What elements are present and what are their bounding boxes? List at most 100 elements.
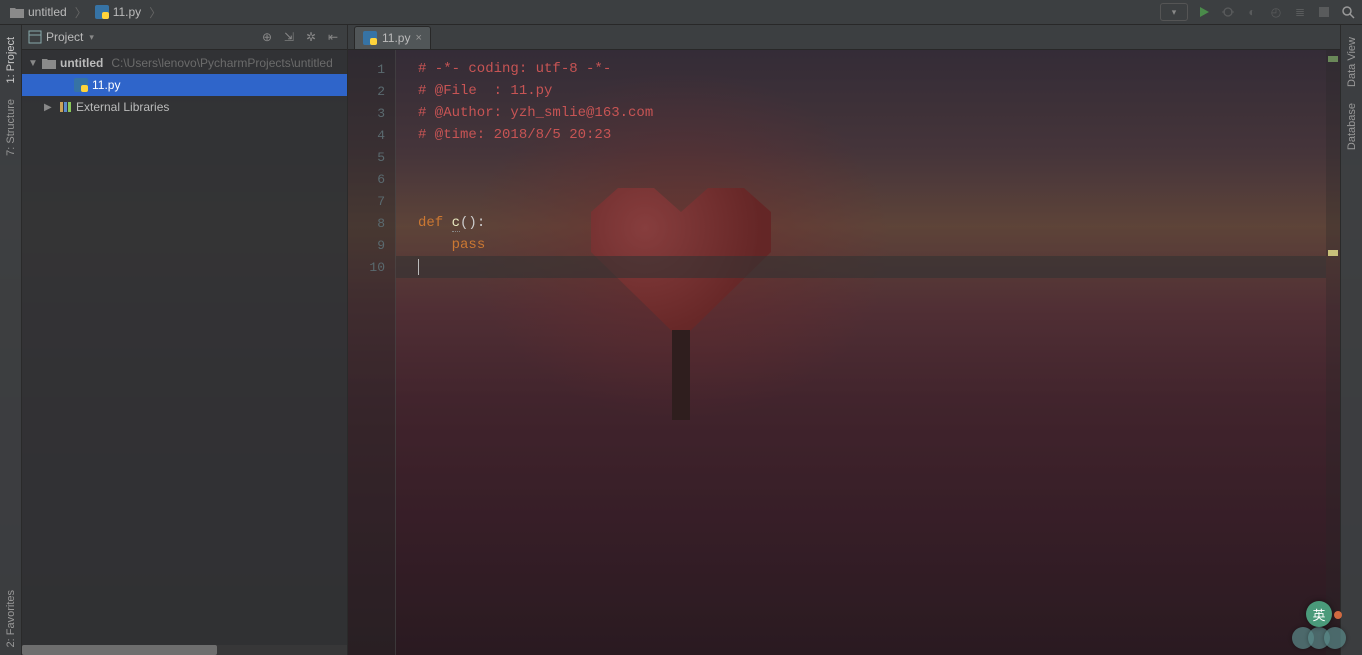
line-number[interactable]: 5: [348, 146, 395, 168]
function-name-token: c: [452, 215, 460, 232]
tab-favorites[interactable]: 2: Favorites: [3, 582, 19, 655]
tab-favorites-label: 2: Favorites: [5, 590, 17, 647]
line-number[interactable]: 8: [348, 212, 395, 234]
python-file-icon: [363, 31, 377, 45]
indent: [418, 237, 452, 253]
line-number[interactable]: 3: [348, 102, 395, 124]
code-line[interactable]: [396, 168, 1326, 190]
collapse-all-icon[interactable]: ⇲: [281, 29, 297, 45]
comment-token: # -*- coding: utf-8 -*-: [418, 61, 611, 77]
editor-tab-label: 11.py: [382, 31, 410, 45]
keyword-token: pass: [452, 237, 486, 253]
line-number[interactable]: 1: [348, 58, 395, 80]
code-line[interactable]: # -*- coding: utf-8 -*-: [396, 58, 1326, 80]
left-tool-strip: 1: Project 7: Structure 2: Favorites: [0, 25, 22, 655]
chevron-down-icon: ▾: [1172, 7, 1177, 18]
tab-database-label: Database: [1346, 103, 1358, 150]
code-line[interactable]: pass: [396, 234, 1326, 256]
line-number[interactable]: 4: [348, 124, 395, 146]
project-tree-file-label: 11.py: [92, 78, 120, 92]
project-panel-title-label: Project: [46, 30, 83, 44]
code-line[interactable]: # @File : 11.py: [396, 80, 1326, 102]
close-tab-icon[interactable]: ×: [415, 32, 421, 44]
tab-data-view-label: Data View: [1346, 37, 1358, 87]
tab-project-label: 1: Project: [5, 37, 17, 83]
comment-token: # @Author: yzh_smlie@163.com: [418, 105, 653, 121]
chevron-down-icon: ▾: [89, 32, 94, 43]
search-everywhere-button[interactable]: [1340, 4, 1356, 20]
code-line[interactable]: def c():: [396, 212, 1326, 234]
project-root-name: untitled: [60, 56, 103, 70]
editor-marker-strip[interactable]: [1326, 50, 1340, 655]
breadcrumb: untitled 〉 11.py 〉: [6, 3, 163, 21]
hide-panel-icon[interactable]: ⇤: [325, 29, 341, 45]
ime-indicator-label: 英: [1312, 605, 1325, 624]
navigation-bar: untitled 〉 11.py 〉 ▾ ◐ ◴ ≣: [0, 0, 1362, 25]
code-line[interactable]: [396, 256, 1326, 278]
scrollbar-thumb[interactable]: [22, 645, 217, 655]
punct-token: ():: [460, 215, 485, 231]
project-panel-header: Project ▾ ⊕ ⇲ ✲ ⇤: [22, 25, 347, 50]
run-with-coverage-button[interactable]: ◐: [1244, 4, 1260, 20]
project-tree-horizontal-scrollbar[interactable]: [22, 645, 347, 655]
code-line[interactable]: # @Author: yzh_smlie@163.com: [396, 102, 1326, 124]
editor-gutter[interactable]: 12345678910: [348, 50, 396, 655]
project-tree-external-libraries[interactable]: ▶ External Libraries: [22, 96, 347, 118]
editor-body: 12345678910 # -*- coding: utf-8 -*- # @Fi…: [348, 50, 1340, 655]
right-tool-strip: Data View Database: [1340, 25, 1362, 655]
python-file-icon: [95, 5, 109, 19]
tab-data-view[interactable]: Data View: [1344, 29, 1360, 95]
project-tree[interactable]: ▼ untitled C:\Users\lenovo\PycharmProjec…: [22, 50, 347, 655]
code-line[interactable]: [396, 146, 1326, 168]
ime-notification-dot: [1334, 611, 1342, 619]
code-line[interactable]: [396, 190, 1326, 212]
editor-tab[interactable]: 11.py ×: [354, 26, 431, 49]
line-number[interactable]: 9: [348, 234, 395, 256]
comment-token: # @File : 11.py: [418, 83, 552, 99]
run-configurations-dropdown[interactable]: ▾: [1160, 3, 1188, 21]
stop-button[interactable]: [1316, 4, 1332, 20]
project-tree-root[interactable]: ▼ untitled C:\Users\lenovo\PycharmProjec…: [22, 52, 347, 74]
code-line[interactable]: # @time: 2018/8/5 20:23: [396, 124, 1326, 146]
breadcrumb-file[interactable]: 11.py: [91, 3, 145, 21]
text-caret: [418, 259, 419, 275]
folder-icon: [42, 58, 56, 69]
line-number[interactable]: 6: [348, 168, 395, 190]
profile-button[interactable]: ◴: [1268, 4, 1284, 20]
tab-database[interactable]: Database: [1344, 95, 1360, 158]
chevron-right-icon: 〉: [149, 4, 161, 21]
run-toolbar: ▾ ◐ ◴ ≣: [1160, 3, 1356, 21]
line-number[interactable]: 2: [348, 80, 395, 102]
external-libraries-label: External Libraries: [76, 100, 169, 114]
editor-area: 11.py × 12345678910 # -*- coding: utf-8 …: [348, 25, 1340, 655]
line-number[interactable]: 7: [348, 190, 395, 212]
tab-structure[interactable]: 7: Structure: [3, 91, 19, 164]
python-file-icon: [74, 78, 88, 92]
breadcrumb-project[interactable]: untitled: [6, 3, 71, 21]
editor-tabbar: 11.py ×: [348, 25, 1340, 50]
warning-marker[interactable]: [1328, 250, 1338, 256]
project-tool-window: Project ▾ ⊕ ⇲ ✲ ⇤ ▼ untitled C:\Users\le…: [22, 25, 348, 655]
expand-arrow-icon[interactable]: ▼: [28, 58, 38, 69]
debug-button[interactable]: [1220, 4, 1236, 20]
ime-extra-bubbles: [1298, 627, 1346, 649]
project-view-icon: [28, 30, 42, 44]
ime-indicator[interactable]: 英: [1306, 601, 1332, 627]
tab-project[interactable]: 1: Project: [3, 29, 19, 91]
locate-icon[interactable]: ⊕: [259, 29, 275, 45]
folder-icon: [10, 7, 24, 18]
project-tree-file[interactable]: 11.py: [22, 74, 347, 96]
breadcrumb-file-label: 11.py: [113, 5, 141, 19]
keyword-token: def: [418, 215, 452, 231]
run-button[interactable]: [1196, 4, 1212, 20]
tab-structure-label: 7: Structure: [5, 99, 17, 156]
expand-arrow-icon[interactable]: ▶: [44, 102, 54, 113]
gear-icon[interactable]: ✲: [303, 29, 319, 45]
breadcrumb-project-label: untitled: [28, 5, 67, 19]
attach-button[interactable]: ≣: [1292, 4, 1308, 20]
project-panel-title[interactable]: Project ▾: [28, 30, 94, 44]
project-root-path: C:\Users\lenovo\PycharmProjects\untitled: [111, 56, 332, 70]
line-number[interactable]: 10: [348, 256, 395, 278]
analysis-ok-marker[interactable]: [1328, 56, 1338, 62]
editor-code-area[interactable]: # -*- coding: utf-8 -*- # @File : 11.py # …: [396, 50, 1326, 655]
